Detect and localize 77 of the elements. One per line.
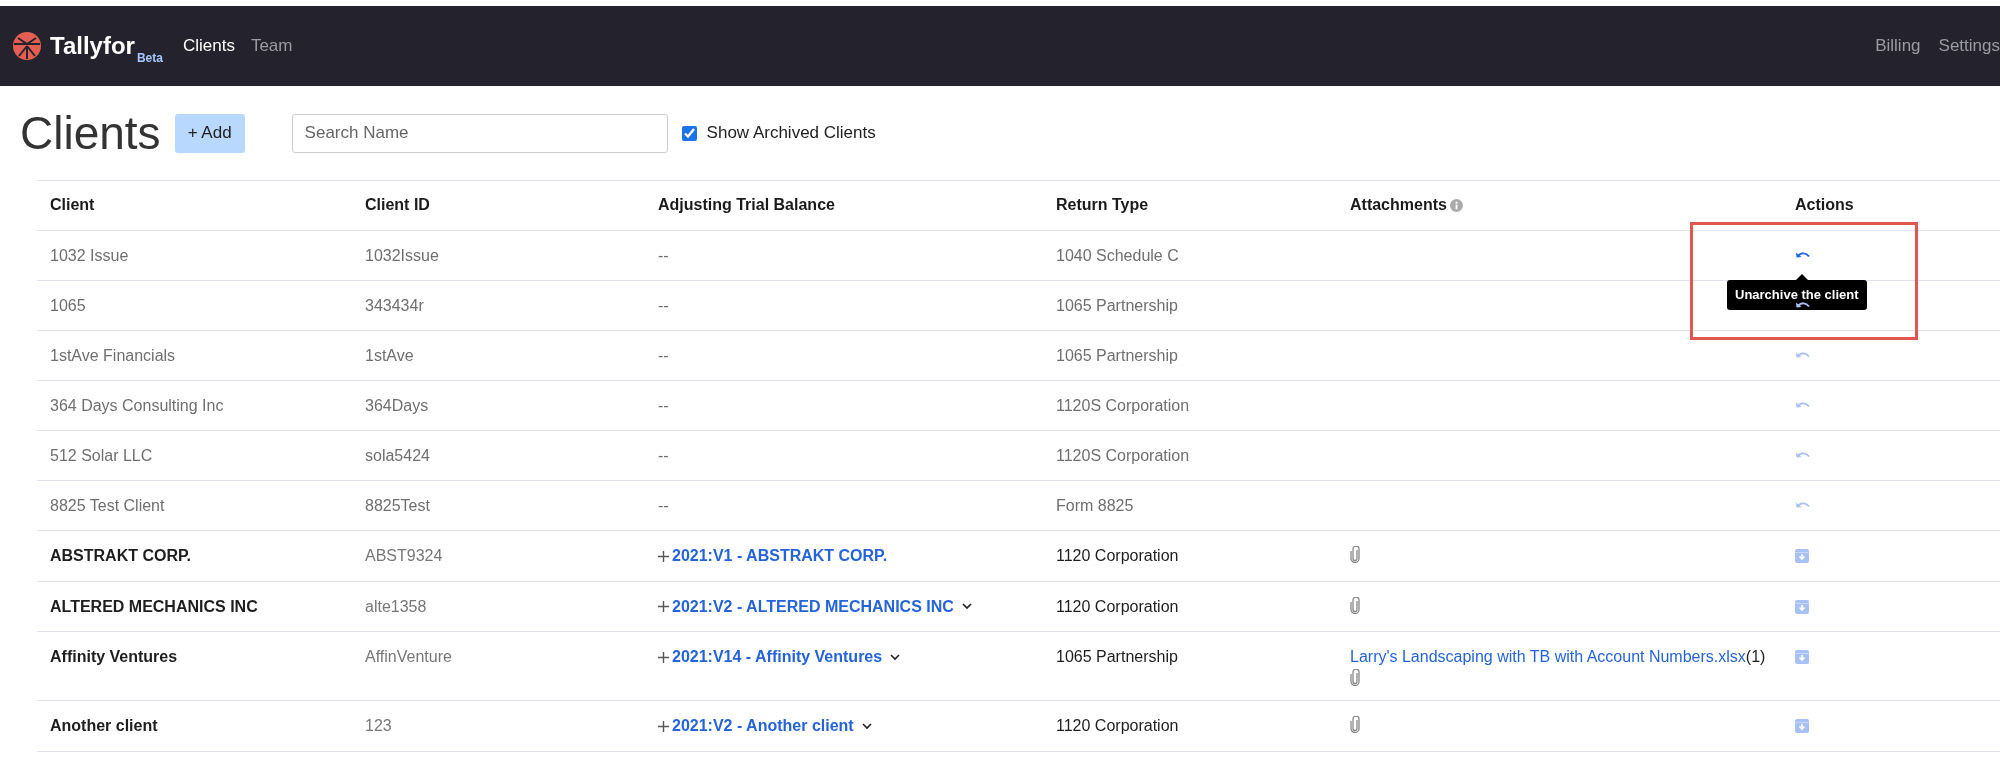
client-id: AffinVenture bbox=[365, 648, 452, 665]
archive-icon[interactable] bbox=[1795, 650, 1809, 664]
plus-icon[interactable] bbox=[658, 550, 669, 562]
column-header: Adjusting Trial Balance bbox=[658, 195, 835, 215]
empty-value: -- bbox=[658, 447, 669, 464]
empty-value: -- bbox=[658, 347, 669, 364]
client-id: 364Days bbox=[365, 397, 429, 414]
tooltip: Unarchive the client bbox=[1727, 280, 1867, 310]
info-icon bbox=[1449, 198, 1463, 212]
paperclip-icon[interactable] bbox=[1350, 546, 1360, 563]
archive-icon[interactable] bbox=[1795, 549, 1809, 563]
empty-value: -- bbox=[658, 297, 669, 314]
client-id: alte1358 bbox=[365, 597, 427, 615]
trial-balance-link[interactable]: 2021:V2 - ALTERED MECHANICS INC bbox=[672, 596, 954, 617]
column-header: Client ID bbox=[365, 195, 430, 215]
return-type: 1065 Partnership bbox=[1056, 648, 1178, 665]
client-name: Another client bbox=[50, 717, 158, 734]
client-id: 8825Test bbox=[365, 497, 430, 514]
chevron-icon[interactable] bbox=[861, 722, 872, 730]
return-type: 1120 Corporation bbox=[1056, 717, 1179, 734]
client-id: 123 bbox=[365, 717, 392, 734]
empty-value: -- bbox=[658, 247, 669, 264]
trial-balance-link[interactable]: 2021:V2 - Another client bbox=[672, 716, 854, 736]
nav-link[interactable]: Team bbox=[250, 36, 293, 56]
nav-link[interactable]: Clients bbox=[182, 36, 235, 56]
plus-icon[interactable] bbox=[658, 651, 669, 663]
checkbox-label: Show Archived Clients bbox=[706, 123, 876, 143]
return-type: 1120 Corporation bbox=[1056, 547, 1179, 564]
client-id: sola5424 bbox=[365, 447, 430, 464]
archive-icon[interactable] bbox=[1795, 719, 1809, 733]
add-button[interactable]: + Add bbox=[174, 113, 245, 153]
chevron-icon[interactable] bbox=[890, 653, 901, 661]
client-name: 1065 bbox=[50, 297, 86, 314]
return-type: 1065 Partnership bbox=[1056, 297, 1178, 314]
brand-name: Tallyfor bbox=[50, 32, 135, 60]
plus-icon[interactable] bbox=[658, 601, 669, 612]
paperclip-icon[interactable] bbox=[1350, 669, 1360, 686]
file-count: (1) bbox=[1745, 648, 1766, 665]
client-name: Affinity Ventures bbox=[50, 648, 178, 665]
logo-icon bbox=[12, 31, 42, 61]
archived-checkbox[interactable] bbox=[681, 125, 697, 141]
client-name: 512 Solar LLC bbox=[50, 447, 153, 464]
beta-label: Beta bbox=[136, 51, 163, 65]
nav-link[interactable]: Settings bbox=[1938, 36, 2000, 55]
paperclip-icon[interactable] bbox=[1350, 716, 1360, 733]
client-id: 1stAve bbox=[365, 347, 414, 364]
client-name: 1032 Issue bbox=[50, 247, 129, 264]
search-field[interactable]: Search Name bbox=[291, 113, 668, 153]
client-name: 364 Days Consulting Inc bbox=[50, 397, 224, 414]
plus-icon[interactable] bbox=[658, 720, 669, 732]
return-type: 1040 Schedule C bbox=[1056, 247, 1179, 264]
return-type: 1120 Corporation bbox=[1056, 597, 1179, 615]
empty-value: -- bbox=[658, 497, 669, 514]
client-name: ALTERED MECHANICS INC bbox=[50, 597, 258, 615]
page-title: Clients bbox=[20, 106, 161, 160]
chevron-icon[interactable] bbox=[961, 603, 972, 610]
column-header: Actions bbox=[1795, 195, 1854, 215]
client-id: ABST9324 bbox=[365, 547, 443, 564]
return-type: 1120S Corporation bbox=[1056, 397, 1190, 414]
column-header: Return Type bbox=[1056, 195, 1149, 215]
client-id: 1032Issue bbox=[365, 247, 439, 264]
client-name: ABSTRAKT CORP. bbox=[50, 547, 192, 564]
file-link[interactable]: Larry's Landscaping with TB with Account Numbers.xlsx bbox=[1350, 648, 1746, 665]
trial-balance-link[interactable]: 2021:V1 - ABSTRAKT CORP. bbox=[672, 546, 888, 566]
column-header: Attachments bbox=[1350, 195, 1447, 215]
archive-icon[interactable] bbox=[1795, 599, 1809, 614]
empty-value: -- bbox=[658, 397, 669, 414]
client-id: 343434r bbox=[365, 297, 424, 314]
paperclip-icon[interactable] bbox=[1350, 596, 1360, 614]
return-type: Form 8825 bbox=[1056, 497, 1134, 514]
trial-balance-link[interactable]: 2021:V14 - Affinity Ventures bbox=[672, 647, 883, 667]
column-header: Client bbox=[50, 195, 95, 215]
client-name: 8825 Test Client bbox=[50, 497, 165, 514]
return-type: 1065 Partnership bbox=[1056, 347, 1178, 364]
nav-link[interactable]: Billing bbox=[1875, 36, 1921, 55]
return-type: 1120S Corporation bbox=[1056, 447, 1190, 464]
client-name: 1stAve Financials bbox=[50, 347, 176, 364]
